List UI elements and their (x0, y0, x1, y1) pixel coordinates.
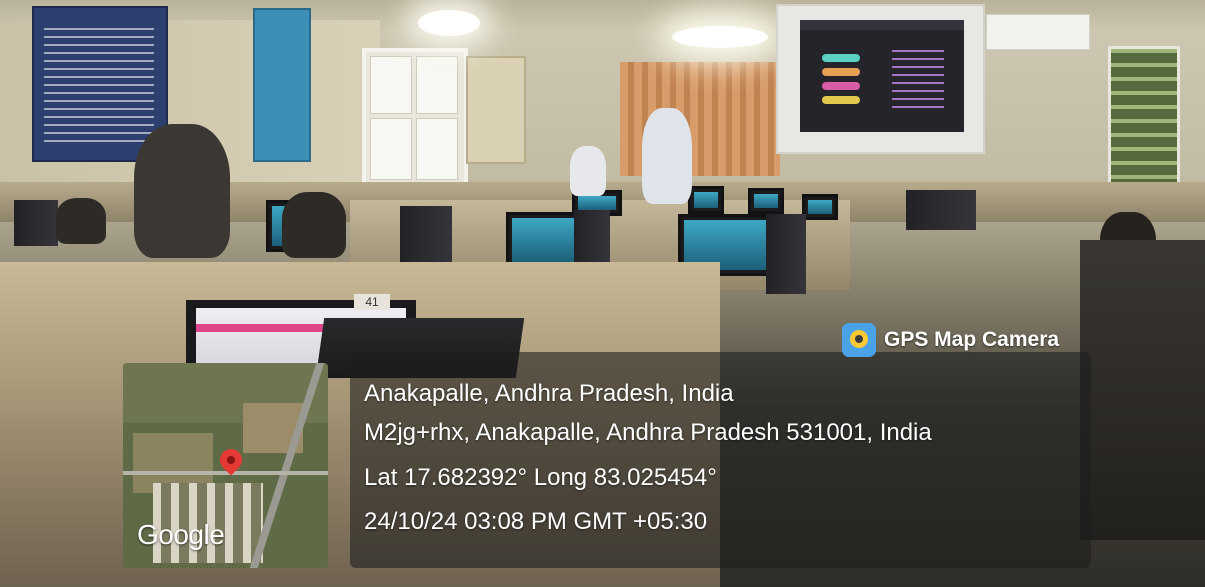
ceiling-light (672, 26, 768, 48)
address-line: M2jg+rhx, Anakapalle, Andhra Pradesh 531… (364, 419, 932, 446)
app-badge: GPS Map Camera (842, 320, 1059, 360)
monitor (748, 188, 784, 214)
cpu-tower (14, 200, 58, 246)
monitor (688, 186, 724, 214)
app-name: GPS Map Camera (884, 328, 1060, 351)
desk-number-label: 41 (354, 294, 390, 310)
coordinates: Lat 17.682392° Long 83.025454° (364, 464, 717, 491)
cpu-tower (766, 214, 806, 294)
projector-screen (776, 4, 985, 154)
projected-slide (800, 20, 964, 132)
air-conditioner (986, 14, 1090, 50)
person-standing (134, 124, 230, 258)
window (1108, 46, 1180, 190)
chairs (1080, 240, 1205, 540)
google-logo: Google (137, 519, 225, 550)
notice-board (466, 56, 526, 164)
photo-scene: 41 Google GPS Map Camera Anakapalle, And… (0, 0, 1205, 587)
person-standing (570, 146, 606, 196)
monitor (802, 194, 838, 220)
wall-banner (253, 8, 311, 162)
window (362, 48, 468, 192)
monitor (506, 212, 580, 268)
timestamp: 24/10/24 03:08 PM GMT +05:30 (364, 508, 708, 535)
person-seated (282, 192, 346, 258)
person-standing (642, 108, 692, 204)
ceiling-light (418, 10, 480, 36)
gps-map-camera-app-icon (842, 323, 876, 357)
person-seated (56, 198, 106, 244)
location-map-thumbnail: Google (123, 363, 328, 568)
location-title: Anakapalle, Andhra Pradesh, India (364, 380, 734, 407)
cpu-tower (906, 190, 976, 230)
